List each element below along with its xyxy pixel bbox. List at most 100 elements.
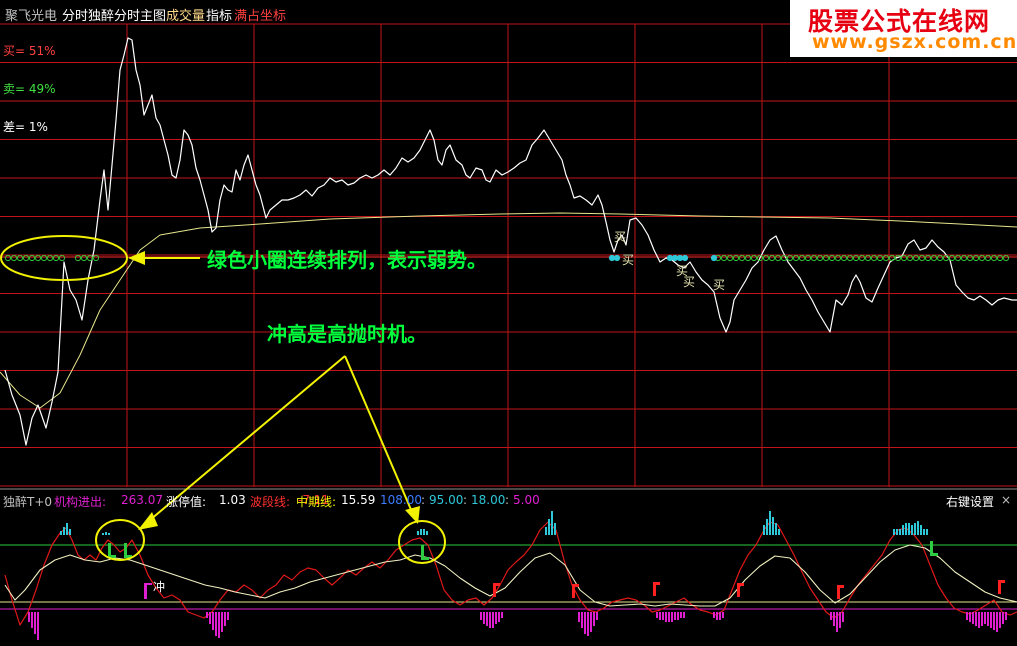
- sell-marker-icon: [930, 553, 938, 556]
- magenta-volume-bar: [683, 612, 685, 618]
- weak-circle-marker: [28, 254, 36, 262]
- weak-circle-marker: [52, 254, 60, 262]
- weak-circle-marker: [720, 254, 728, 262]
- cyan-volume-bar: [893, 529, 895, 535]
- arrow-head-icon: [128, 251, 145, 265]
- weak-circle-marker: [16, 254, 24, 262]
- magenta-volume-bar: [677, 612, 679, 620]
- cyan-volume-bar: [914, 523, 916, 535]
- weak-circle-marker: [936, 254, 944, 262]
- weak-circle-marker: [828, 254, 836, 262]
- weak-circle-marker: [768, 254, 776, 262]
- cyan-volume-bar: [772, 517, 774, 535]
- magenta-volume-bar: [680, 612, 682, 618]
- magenta-volume-bar: [227, 612, 229, 620]
- weak-circle-marker: [92, 254, 100, 262]
- magenta-volume-bar: [584, 612, 586, 634]
- buy-flag-icon: [653, 582, 660, 585]
- magenta-volume-bar: [996, 612, 998, 632]
- sell-marker-icon: [421, 557, 429, 560]
- magenta-volume-bar: [492, 612, 494, 628]
- magenta-volume-bar: [842, 612, 844, 622]
- cyan-dot-marker: [671, 254, 679, 262]
- weak-circle-marker: [58, 254, 66, 262]
- cyan-volume-bar: [766, 519, 768, 535]
- cyan-volume-bar: [69, 529, 71, 535]
- tab-indicator[interactable]: 指标: [206, 5, 232, 24]
- buy-percentage: 买= 51%: [3, 44, 56, 58]
- weak-circle-marker: [1002, 254, 1010, 262]
- weak-circle-marker: [738, 254, 746, 262]
- cyan-volume-bar: [769, 511, 771, 535]
- limit-value: 1.03: [219, 493, 246, 507]
- magenta-volume-bar: [674, 612, 676, 620]
- magenta-volume-bar: [987, 612, 989, 626]
- close-icon[interactable]: ×: [1001, 493, 1011, 507]
- magenta-volume-bar: [489, 612, 491, 628]
- weak-circle-marker: [852, 254, 860, 262]
- limit-label: 涨停值:: [166, 495, 207, 509]
- indicator-name[interactable]: 独醉T+0: [3, 493, 52, 510]
- weak-circle-marker: [900, 254, 908, 262]
- tab-intraday[interactable]: 分时: [62, 5, 88, 24]
- weak-circle-marker: [744, 254, 752, 262]
- weak-circle-marker: [810, 254, 818, 262]
- mid-label: 中期线:: [296, 495, 337, 509]
- weak-circle-marker: [972, 254, 980, 262]
- magenta-volume-bar: [969, 612, 971, 622]
- logo-url: www.gszx.com.cn: [812, 31, 1017, 53]
- weak-circle-marker: [930, 254, 938, 262]
- inst-flow-label: 机构进出:: [54, 495, 107, 509]
- magenta-volume-bar: [593, 612, 595, 626]
- sell-percentage: 卖= 49%: [3, 82, 56, 96]
- magenta-volume-bar: [1002, 612, 1004, 624]
- weak-circle-marker: [22, 254, 30, 262]
- magenta-volume-bar: [28, 612, 30, 622]
- value-d: 5.00: [513, 493, 540, 507]
- cyan-volume-bar: [908, 523, 910, 535]
- magenta-volume-bar: [836, 612, 838, 632]
- magenta-volume-bar: [218, 612, 220, 638]
- magenta-volume-bar: [671, 612, 673, 622]
- magenta-volume-bar: [719, 612, 721, 620]
- cyan-dot-marker: [666, 254, 674, 262]
- buy-flag-icon: [572, 584, 579, 587]
- weak-circle-marker: [80, 254, 88, 262]
- tab-volume[interactable]: 成交量: [166, 5, 205, 24]
- magenta-volume-bar: [975, 612, 977, 626]
- weak-circle-marker: [960, 254, 968, 262]
- magenta-volume-bar: [981, 612, 983, 626]
- buy-flag-icon: [837, 585, 844, 588]
- weak-circle-marker: [774, 254, 782, 262]
- highlight-ellipse: [0, 235, 128, 281]
- magenta-volume-bar: [972, 612, 974, 624]
- weak-circle-marker: [876, 254, 884, 262]
- right-click-settings[interactable]: 右键设置: [946, 493, 994, 510]
- tab-main-chart[interactable]: 独醉分时主图: [88, 5, 166, 24]
- weak-circle-marker: [996, 254, 1004, 262]
- mid-value: 15.59: [341, 493, 376, 507]
- magenta-volume-bar: [722, 612, 724, 618]
- magenta-volume-bar: [501, 612, 503, 618]
- cyan-volume-bar: [60, 531, 62, 535]
- cyan-volume-bar: [896, 529, 898, 535]
- magenta-volume-bar: [713, 612, 715, 618]
- price-line: [4, 37, 1017, 446]
- cyan-volume-bar: [775, 523, 777, 535]
- magenta-volume-bar: [221, 612, 223, 632]
- magenta-volume-bar: [990, 612, 992, 628]
- weak-circle-marker: [10, 254, 18, 262]
- magenta-volume-bar: [212, 612, 214, 630]
- weak-circle-marker: [846, 254, 854, 262]
- magenta-volume-bar: [984, 612, 986, 624]
- weak-circle-marker: [924, 254, 932, 262]
- magenta-volume-bar: [480, 612, 482, 620]
- weak-circle-marker: [954, 254, 962, 262]
- magenta-volume-bar: [966, 612, 968, 620]
- weak-circle-marker: [858, 254, 866, 262]
- weak-circle-marker: [732, 254, 740, 262]
- cyan-volume-bar: [923, 529, 925, 535]
- tab-full-scale[interactable]: 满占坐标: [234, 5, 286, 24]
- cyan-volume-bar: [417, 531, 419, 535]
- cyan-volume-bar: [902, 525, 904, 535]
